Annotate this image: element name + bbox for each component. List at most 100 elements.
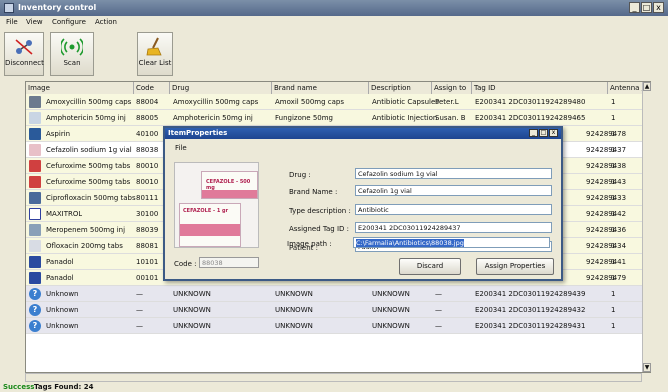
- disconnect-button[interactable]: Disconnect: [4, 32, 44, 76]
- cell-code: 80010: [136, 162, 159, 170]
- row-image: [29, 128, 41, 140]
- main-window: Inventory control _ □ x File View Config…: [0, 0, 668, 392]
- dialog-maximize-button[interactable]: □: [539, 129, 548, 137]
- cell-drug: UNKNOWN: [173, 306, 211, 314]
- cell-antenna: 1: [611, 114, 616, 122]
- question-icon: ?: [29, 304, 41, 316]
- cell-desc: Antibiotic Capsules: [372, 98, 439, 106]
- row-image: [29, 224, 41, 236]
- row-image: [29, 160, 41, 172]
- menu-bar: File View Configure Action: [0, 16, 668, 30]
- cell-drug-short: Cefazolin sodium 1g vial: [46, 146, 132, 154]
- broom-icon: [146, 37, 162, 56]
- vertical-scrollbar[interactable]: ▲ ▼: [642, 82, 651, 372]
- cell-drug-short: Panadol: [46, 274, 74, 282]
- cell-brand: Amoxil 500mg caps: [275, 98, 345, 106]
- cell-assign: Susan. B: [435, 114, 466, 122]
- image-path-field[interactable]: C:\Farmalia\Antibiotics\88038.jpg: [353, 237, 550, 248]
- minimize-button[interactable]: _: [629, 2, 640, 13]
- cell-drug-short: Amoxycillin 500mg caps: [46, 98, 132, 106]
- title-bar: Inventory control _ □ x: [0, 0, 668, 16]
- scroll-up-button[interactable]: ▲: [643, 82, 651, 91]
- assign-properties-button[interactable]: Assign Properties: [476, 258, 554, 275]
- col-assign-to[interactable]: Assign to: [432, 82, 472, 94]
- drug-field[interactable]: Cefazolin sodium 1g vial: [355, 168, 552, 179]
- drug-label: Drug :: [289, 171, 311, 179]
- code-field: 88038: [199, 257, 259, 268]
- scroll-down-button[interactable]: ▼: [643, 363, 651, 372]
- image-path-value: C:\Farmalia\Antibiotics\88038.jpg: [356, 239, 464, 247]
- table-row[interactable]: ? Unknown — UNKNOWN UNKNOWN UNKNOWN — E2…: [26, 302, 650, 318]
- clear-list-button[interactable]: Clear List: [137, 32, 173, 76]
- close-button[interactable]: x: [653, 2, 664, 13]
- cell-tag: 924289438: [586, 162, 627, 170]
- box-stripe: [180, 224, 240, 236]
- cell-assign: Peter.L: [435, 98, 459, 106]
- cell-drug-short: Cefuroxime 500mg tabs: [46, 178, 131, 186]
- maximize-button[interactable]: □: [641, 2, 652, 13]
- item-properties-dialog: ItemProperties _ □ x File CEFAZOLE - 500…: [163, 126, 563, 281]
- cell-brand: Fungizone 50mg: [275, 114, 333, 122]
- horizontal-scrollbar[interactable]: [25, 373, 642, 382]
- scan-antenna-icon: [61, 38, 83, 56]
- cell-drug-short: MAXITROL: [46, 210, 83, 218]
- cell-desc: Antibiotic Injection: [372, 114, 438, 122]
- clear-list-label: Clear List: [138, 59, 172, 67]
- menu-view[interactable]: View: [26, 18, 43, 26]
- table-row[interactable]: Amphotericin 50mg inj 88005 Amphotericin…: [26, 110, 650, 126]
- dialog-menu-file[interactable]: File: [175, 144, 187, 152]
- col-tag-id[interactable]: Tag ID: [472, 82, 608, 94]
- cell-image-label: Unknown: [46, 306, 79, 314]
- cell-code: 88081: [136, 242, 159, 250]
- cell-tag: 924289441: [586, 258, 627, 266]
- cell-tag: 924289436: [586, 226, 627, 234]
- dialog-title: ItemProperties: [168, 129, 228, 137]
- col-code[interactable]: Code: [134, 82, 170, 94]
- image-path-label: Image path :: [287, 240, 332, 248]
- discard-button[interactable]: Discard: [399, 258, 461, 275]
- row-image: [29, 256, 41, 268]
- cell-antenna: 1: [611, 98, 616, 106]
- cell-drug-short: Ofloxacin 200mg tabs: [46, 242, 123, 250]
- scan-button[interactable]: Scan: [50, 32, 94, 76]
- cell-tag: E200341 2DC03011924289480: [475, 98, 586, 106]
- cell-code: —: [136, 290, 143, 298]
- col-brand-name[interactable]: Brand name: [272, 82, 369, 94]
- box-stripe: [202, 190, 257, 198]
- cell-image-label: Unknown: [46, 322, 79, 330]
- dialog-close-button[interactable]: x: [549, 129, 558, 137]
- cell-tag: 924289443: [586, 178, 627, 186]
- cell-tag: 924289442: [586, 210, 627, 218]
- box-1g: CEFAZOLE - 1 gr: [179, 203, 241, 247]
- menu-configure[interactable]: Configure: [52, 18, 86, 26]
- cell-antenna: 1: [611, 322, 616, 330]
- cell-drug-short: Ciprofloxacin 500mg tabs: [46, 194, 136, 202]
- menu-action[interactable]: Action: [95, 18, 117, 26]
- question-icon: ?: [29, 320, 41, 332]
- cell-code: —: [136, 322, 143, 330]
- row-image: [29, 96, 41, 108]
- table-row[interactable]: Amoxycillin 500mg caps 88004 Amoxycillin…: [26, 94, 650, 110]
- menu-file[interactable]: File: [6, 18, 18, 26]
- drug-image: CEFAZOLE - 500 mg CEFAZOLE - 1 gr: [174, 162, 259, 248]
- cell-tag: 924289478: [586, 130, 627, 138]
- dialog-minimize-button[interactable]: _: [529, 129, 538, 137]
- box-500mg-text: CEFAZOLE - 500 mg: [206, 179, 251, 191]
- cell-code: 80111: [136, 194, 159, 202]
- type-description-field[interactable]: Antibiotic: [355, 204, 552, 215]
- assigned-tag-field[interactable]: E200341 2DC03011924289437: [355, 222, 552, 233]
- cell-tag: 924289479: [586, 274, 627, 282]
- table-row[interactable]: ? Unknown — UNKNOWN UNKNOWN UNKNOWN — E2…: [26, 318, 650, 334]
- cell-assign: —: [435, 322, 442, 330]
- box-500mg: CEFAZOLE - 500 mg: [201, 171, 258, 199]
- box-1g-text: CEFAZOLE - 1 gr: [183, 208, 229, 214]
- col-description[interactable]: Description: [369, 82, 432, 94]
- table-row[interactable]: ? Unknown — UNKNOWN UNKNOWN UNKNOWN — E2…: [26, 286, 650, 302]
- cell-tag: E200341 2DC03011924289431: [475, 322, 586, 330]
- brand-name-field[interactable]: Cefazolin 1g vial: [355, 185, 552, 196]
- cell-tag: E200341 2DC03011924289432: [475, 306, 586, 314]
- window-title: Inventory control: [18, 3, 97, 12]
- dialog-title-bar: ItemProperties _ □ x: [165, 128, 561, 139]
- col-drug[interactable]: Drug: [170, 82, 272, 94]
- col-image[interactable]: Image: [26, 82, 134, 94]
